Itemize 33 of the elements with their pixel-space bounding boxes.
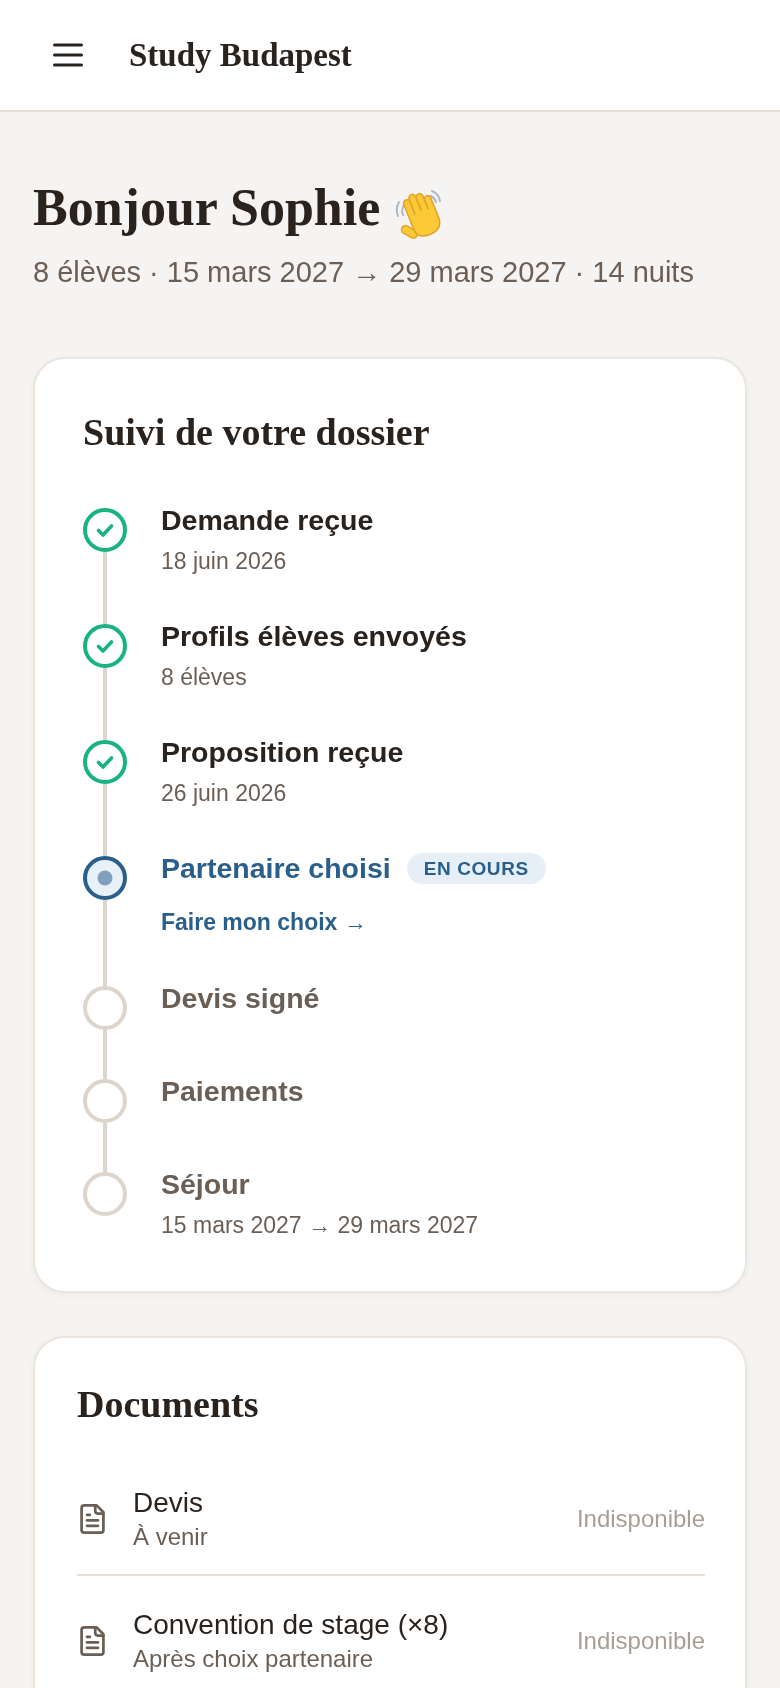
greeting-title: Bonjour Sophie bbox=[33, 178, 381, 238]
step-title: Proposition reçue bbox=[161, 735, 404, 769]
step-detail: 8 élèves bbox=[161, 663, 248, 691]
document-name: Convention de stage (×8) bbox=[133, 1608, 450, 1642]
document-icon bbox=[80, 1626, 105, 1656]
card-title: Suivi de votre dossier bbox=[83, 410, 431, 455]
timeline-connector bbox=[103, 1123, 107, 1172]
timeline-connector bbox=[103, 784, 107, 856]
timeline-connector bbox=[103, 1030, 107, 1079]
availability-status: Indisponible bbox=[576, 1626, 705, 1656]
step-title: Profils élèves envoyés bbox=[161, 619, 467, 653]
step-title: Partenaire choisi bbox=[161, 851, 391, 885]
document-note: À venir bbox=[133, 1522, 209, 1552]
card-title: Documents bbox=[77, 1382, 260, 1427]
choose-partner-link[interactable]: Faire mon choix → bbox=[161, 907, 367, 937]
status-badge: EN COURS bbox=[406, 852, 546, 884]
document-name: Devis bbox=[133, 1486, 204, 1520]
document-note: Après choix partenaire bbox=[133, 1644, 375, 1674]
timeline-connector bbox=[103, 668, 107, 740]
document-icon bbox=[80, 1504, 105, 1534]
trip-summary: 8 élèves · 15 mars 2027 → 29 mars 2027 · 14 nuits bbox=[33, 255, 695, 289]
availability-status: Indisponible bbox=[576, 1504, 705, 1534]
step-title: Paiements bbox=[161, 1074, 304, 1108]
step-detail: 26 juin 2026 bbox=[161, 779, 288, 807]
step-detail: 15 mars 2027 → 29 mars 2027 bbox=[161, 1211, 480, 1239]
menu-icon bbox=[53, 43, 83, 67]
app-title: Study Budapest bbox=[129, 36, 352, 74]
step-title: Demande reçue bbox=[161, 503, 374, 537]
step-title: Séjour bbox=[161, 1167, 250, 1201]
menu-button[interactable] bbox=[53, 43, 83, 67]
timeline-connector bbox=[103, 552, 107, 624]
step-detail: 18 juin 2026 bbox=[161, 547, 288, 575]
step-title: Devis signé bbox=[161, 981, 320, 1015]
